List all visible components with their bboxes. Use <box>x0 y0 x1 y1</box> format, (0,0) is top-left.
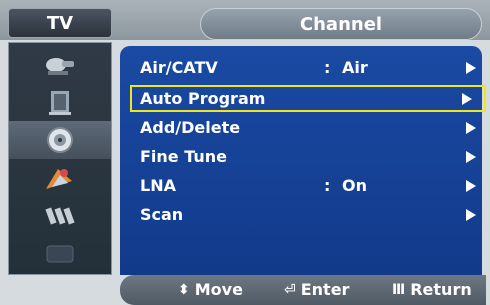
sidebar-item-setup[interactable] <box>9 159 111 197</box>
category-sidebar <box>8 42 112 275</box>
menu-item-lna[interactable]: LNA : On <box>132 172 486 199</box>
chevron-right-icon <box>466 151 476 163</box>
setup-icon <box>46 169 72 189</box>
menu-item-label: Scan <box>140 205 184 224</box>
up-down-arrow-icon: ⬍ <box>178 281 190 298</box>
help-move-label: Move <box>194 280 243 299</box>
channel-icon <box>47 127 73 153</box>
input-icon <box>45 207 75 225</box>
help-bar: ⬍ Move ⏎ Enter Ⅲ Return <box>0 275 490 305</box>
menu-item-label: Air/CATV <box>140 58 218 77</box>
return-icon: Ⅲ <box>392 281 406 298</box>
menu-item-value: Air <box>342 58 368 77</box>
menu-item-label: Auto Program <box>140 89 266 108</box>
help-return-label: Return <box>410 280 472 299</box>
enter-icon: ⏎ <box>284 281 296 298</box>
menu-item-fine-tune[interactable]: Fine Tune <box>132 143 486 170</box>
help-move: ⬍ Move <box>178 280 243 299</box>
chevron-right-icon <box>466 62 476 74</box>
help-enter: ⏎ Enter <box>284 280 349 299</box>
sidebar-item-input[interactable] <box>9 197 111 235</box>
sidebar-item-picture[interactable] <box>9 45 111 83</box>
sound-icon <box>49 91 71 115</box>
menu-item-add-delete[interactable]: Add/Delete <box>132 114 486 141</box>
chevron-right-icon <box>466 122 476 134</box>
menu-item-auto-program[interactable]: Auto Program <box>130 85 486 112</box>
header-bar: TV Channel <box>0 0 490 40</box>
menu-item-label: Add/Delete <box>140 118 241 137</box>
menu-item-label: Fine Tune <box>140 147 228 166</box>
chevron-right-icon <box>466 180 476 192</box>
menu-item-label: LNA <box>140 176 176 195</box>
picture-icon <box>46 58 74 75</box>
menu-item-colon: : <box>324 176 331 195</box>
tv-section-tab[interactable]: TV <box>8 8 112 38</box>
help-pill: ⬍ Move ⏎ Enter Ⅲ Return <box>120 275 486 305</box>
sidebar-item-function[interactable] <box>9 235 111 273</box>
help-return: Ⅲ Return <box>392 280 472 299</box>
menu-item-colon: : <box>324 58 331 77</box>
chevron-right-icon <box>466 209 476 221</box>
sidebar-item-sound[interactable] <box>9 83 111 121</box>
menu-item-value: On <box>342 176 367 195</box>
sidebar-item-channel[interactable] <box>9 121 111 159</box>
tv-osd-menu: TV Channel Air/CATV: Air Auto Program A… <box>0 0 490 305</box>
channel-menu-panel: Air/CATV : Air Auto Program Add/Delete F… <box>120 46 486 275</box>
function-icon <box>46 245 74 263</box>
menu-item-air-catv[interactable]: Air/CATV : Air <box>132 54 486 81</box>
chevron-right-icon <box>462 93 472 105</box>
menu-title: Channel <box>200 8 482 40</box>
menu-item-scan[interactable]: Scan <box>132 201 486 228</box>
help-enter-label: Enter <box>300 280 350 299</box>
